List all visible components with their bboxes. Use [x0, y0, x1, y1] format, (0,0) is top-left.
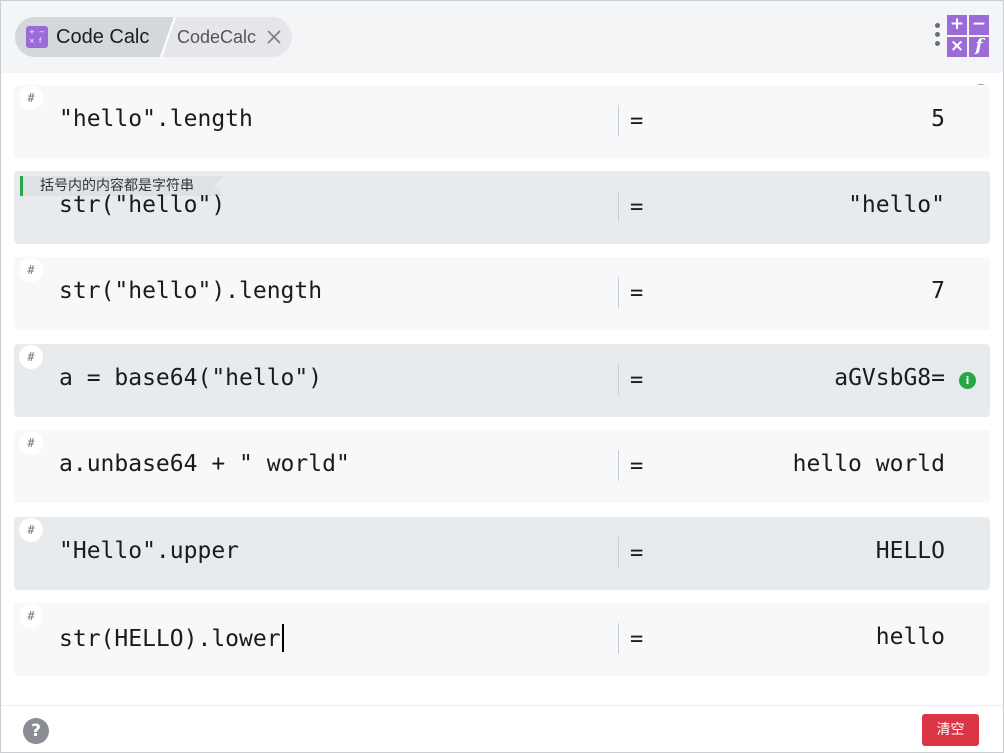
equals-sign: =: [630, 109, 644, 134]
result-value: "hello": [848, 192, 945, 218]
logo-plus: +: [947, 15, 967, 35]
divider: [618, 623, 619, 654]
divider: [618, 191, 619, 222]
tab-separator: [160, 17, 176, 57]
expression-text: str(HELLO).lower: [59, 626, 281, 652]
result-value: aGVsbG8=: [834, 365, 945, 391]
calc-row[interactable]: # a.unbase64 + " world" = hello world: [14, 430, 990, 503]
row-marker[interactable]: #: [19, 518, 43, 542]
clear-button[interactable]: 清空: [922, 714, 979, 746]
close-icon[interactable]: [265, 28, 283, 46]
row-marker[interactable]: #: [19, 345, 43, 369]
app-window: + − × f Code Calc CodeCalc + − × f # "he…: [0, 0, 1004, 753]
calc-row[interactable]: # "Hello".upper = HELLO: [14, 517, 990, 590]
expression-input[interactable]: str(HELLO).lower: [59, 624, 284, 652]
brand-logo: + − × f: [947, 15, 991, 59]
equals-sign: =: [630, 541, 644, 566]
tab-strip: + − × f Code Calc CodeCalc: [15, 17, 292, 57]
calc-row[interactable]: # a = base64("hello") = aGVsbG8= i: [14, 344, 990, 417]
divider: [618, 105, 619, 136]
result-value: hello: [875, 624, 945, 650]
calc-row[interactable]: # str(HELLO).lower = hello: [14, 603, 990, 676]
divider: [618, 277, 619, 308]
text-caret: [281, 624, 284, 652]
equals-sign: =: [630, 281, 644, 306]
expression-input[interactable]: str("hello"): [59, 192, 225, 218]
tab-title: Code Calc: [56, 26, 150, 48]
tab-codecalc[interactable]: CodeCalc: [177, 27, 256, 48]
divider: [618, 364, 619, 395]
divider: [618, 450, 619, 481]
calc-row[interactable]: # str("hello").length = 7: [14, 257, 990, 330]
row-marker[interactable]: #: [19, 604, 43, 628]
expression-input[interactable]: a.unbase64 + " world": [59, 451, 350, 477]
expression-input[interactable]: "Hello".upper: [59, 538, 239, 564]
divider: [618, 537, 619, 568]
result-value: HELLO: [875, 538, 945, 564]
logo-function: f: [969, 37, 989, 57]
result-value: 7: [931, 278, 945, 304]
equals-sign: =: [630, 627, 644, 652]
calc-row[interactable]: # "hello".length = 5: [14, 85, 990, 158]
calc-row[interactable]: 括号内的内容都是字符串 str("hello") = "hello": [14, 171, 990, 244]
info-icon[interactable]: i: [959, 372, 976, 389]
expression-input[interactable]: str("hello").length: [59, 278, 322, 304]
calc-sheet: # "hello".length = 5 括号内的内容都是字符串 str("he…: [1, 73, 1003, 705]
equals-sign: =: [630, 368, 644, 393]
logo-times: ×: [947, 37, 967, 57]
help-button[interactable]: ?: [23, 718, 49, 744]
expression-input[interactable]: a = base64("hello"): [59, 365, 322, 391]
row-marker[interactable]: #: [19, 258, 43, 282]
equals-sign: =: [630, 195, 644, 220]
tab-code-calc[interactable]: + − × f Code Calc: [15, 17, 175, 57]
equals-sign: =: [630, 454, 644, 479]
title-bar: + − × f Code Calc CodeCalc + − × f: [1, 1, 1003, 73]
more-vertical-icon[interactable]: [933, 23, 941, 51]
footer-bar: ? 清空: [1, 705, 1003, 752]
result-value: 5: [931, 106, 945, 132]
row-marker[interactable]: #: [19, 86, 43, 110]
logo-minus: −: [969, 15, 989, 35]
row-marker[interactable]: #: [19, 431, 43, 455]
calculator-icon: + − × f: [26, 26, 48, 48]
expression-input[interactable]: "hello".length: [59, 106, 253, 132]
result-value: hello world: [792, 451, 945, 477]
